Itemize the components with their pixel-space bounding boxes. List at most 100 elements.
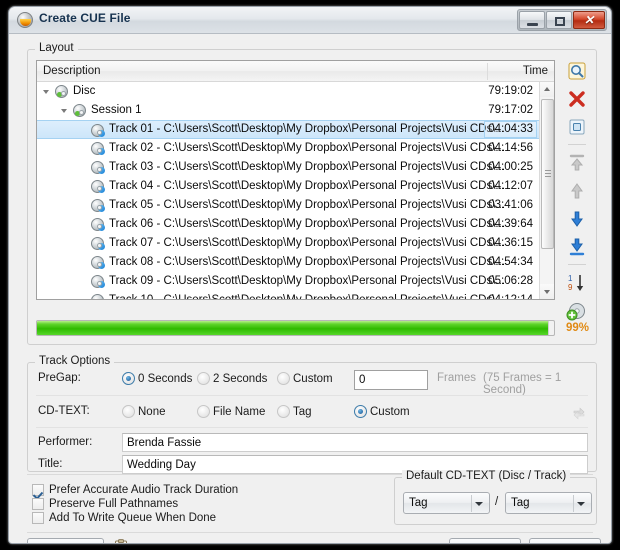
row-time: 79:17:02 bbox=[488, 104, 533, 116]
cdtext-label: CD-TEXT: bbox=[38, 405, 90, 417]
checkbox-add-to-write-queue-when-done[interactable]: Add To Write Queue When Done bbox=[32, 512, 216, 525]
cdtext-option-custom[interactable]: Custom bbox=[354, 405, 410, 419]
scroll-down-arrow[interactable] bbox=[540, 284, 554, 299]
audio-track-icon bbox=[91, 294, 104, 299]
table-row[interactable]: Track 10 - C:\Users\Scott\Desktop\My Dro… bbox=[37, 291, 539, 299]
chevron-down-icon bbox=[577, 502, 585, 506]
table-row[interactable]: Track 03 - C:\Users\Scott\Desktop\My Dro… bbox=[37, 158, 539, 177]
table-row[interactable]: Track 07 - C:\Users\Scott\Desktop\My Dro… bbox=[37, 234, 539, 253]
cdtext-option-file-name-label: File Name bbox=[213, 406, 266, 418]
row-description: Disc bbox=[73, 85, 96, 97]
svg-text:1: 1 bbox=[568, 274, 573, 283]
pregap-option-2-seconds[interactable]: 2 Seconds bbox=[197, 372, 267, 386]
radio-dot bbox=[277, 405, 290, 418]
default-cdtext-group: Default CD-TEXT (Disc / Track) Tag / Tag bbox=[394, 470, 597, 525]
column-header-description[interactable]: Description bbox=[43, 61, 101, 81]
row-time: 04:12:14 bbox=[488, 291, 533, 299]
tree-expander-icon[interactable] bbox=[43, 90, 49, 94]
scroll-up-arrow[interactable] bbox=[540, 82, 554, 97]
row-time: 79:19:02 bbox=[488, 85, 533, 97]
audio-track-icon bbox=[91, 275, 105, 288]
row-time: 04:12:07 bbox=[488, 180, 533, 192]
performer-input[interactable]: Brenda Fassie bbox=[122, 433, 588, 452]
scrollbar-thumb[interactable] bbox=[541, 99, 554, 249]
radio-dot bbox=[122, 372, 135, 385]
table-row[interactable]: Track 02 - C:\Users\Scott\Desktop\My Dro… bbox=[37, 139, 539, 158]
pregap-frames-input[interactable]: 0 bbox=[354, 370, 428, 390]
close-button[interactable]: ✕ bbox=[573, 11, 605, 29]
tree-rows[interactable]: Disc 79:19:02 Session 1 79:17:02 Track 01 - … bbox=[37, 82, 539, 299]
maximize-button[interactable] bbox=[546, 11, 572, 29]
cdtext-option-file-name[interactable]: File Name bbox=[197, 405, 265, 419]
properties-icon[interactable] bbox=[566, 116, 588, 138]
dialog-body: Layout Description Time Disc 79:19:02 Sess… bbox=[9, 34, 611, 543]
frames-label: Frames bbox=[437, 372, 476, 384]
row-description: Track 02 - C:\Users\Scott\Desktop\My Dro… bbox=[109, 142, 506, 154]
clipboard-icon[interactable] bbox=[114, 539, 128, 543]
add-disc-icon[interactable] bbox=[566, 300, 588, 322]
row-description: Session 1 bbox=[91, 104, 142, 116]
move-to-bottom-icon[interactable] bbox=[566, 236, 588, 258]
column-header-time[interactable]: Time bbox=[523, 61, 548, 81]
row-description: Track 07 - C:\Users\Scott\Desktop\My Dro… bbox=[109, 237, 506, 249]
checkbox-prefer-accurate-audio-track-duration[interactable]: Prefer Accurate Audio Track Duration bbox=[32, 484, 238, 497]
minimize-button[interactable] bbox=[519, 11, 545, 29]
checkbox-box bbox=[32, 484, 44, 496]
divider bbox=[36, 395, 588, 396]
move-up-icon[interactable] bbox=[566, 180, 588, 202]
pregap-label: PreGap: bbox=[38, 372, 81, 384]
track-options-legend: Track Options bbox=[35, 355, 115, 367]
move-down-icon[interactable] bbox=[566, 208, 588, 230]
default-cdtext-track-select[interactable]: Tag bbox=[505, 492, 592, 514]
table-row[interactable]: Track 05 - C:\Users\Scott\Desktop\My Dro… bbox=[37, 196, 539, 215]
scrollbar-grip bbox=[545, 170, 551, 178]
find-icon[interactable] bbox=[566, 60, 588, 82]
tree-scrollbar[interactable] bbox=[539, 82, 554, 299]
pregap-option-custom[interactable]: Custom bbox=[277, 372, 333, 386]
checkbox-box bbox=[32, 498, 44, 510]
layout-group-legend: Layout bbox=[35, 42, 78, 54]
row-description: Track 09 - C:\Users\Scott\Desktop\My Dro… bbox=[109, 275, 506, 287]
tree-expander-icon[interactable] bbox=[61, 109, 67, 113]
row-time: 03:41:06 bbox=[488, 199, 533, 211]
progress-bar-fill bbox=[37, 321, 549, 335]
checkbox-box bbox=[32, 512, 44, 524]
audio-track-icon bbox=[91, 256, 105, 269]
row-description: Track 04 - C:\Users\Scott\Desktop\My Dro… bbox=[109, 180, 506, 192]
cdtext-option-tag[interactable]: Tag bbox=[277, 405, 312, 419]
layout-group: Layout Description Time Disc 79:19:02 Sess… bbox=[27, 42, 597, 345]
ok-button[interactable]: OK bbox=[449, 538, 521, 543]
row-description: Track 03 - C:\Users\Scott\Desktop\My Dro… bbox=[109, 161, 506, 173]
table-row[interactable]: Track 01 - C:\Users\Scott\Desktop\My Dro… bbox=[37, 120, 539, 139]
default-cdtext-track-value: Tag bbox=[511, 497, 530, 509]
table-row[interactable]: Track 09 - C:\Users\Scott\Desktop\My Dro… bbox=[37, 272, 539, 291]
row-description: Track 05 - C:\Users\Scott\Desktop\My Dro… bbox=[109, 199, 506, 211]
table-row[interactable]: Track 08 - C:\Users\Scott\Desktop\My Dro… bbox=[37, 253, 539, 272]
pregap-option-0-seconds[interactable]: 0 Seconds bbox=[122, 372, 192, 386]
swap-arrows-icon[interactable] bbox=[568, 402, 590, 424]
disc-icon bbox=[73, 104, 86, 117]
delete-icon[interactable] bbox=[566, 88, 588, 110]
progress-bar bbox=[36, 320, 555, 336]
quick-ok-button[interactable]: Quick OK bbox=[27, 538, 104, 543]
cdtext-option-none[interactable]: None bbox=[122, 405, 166, 419]
table-row[interactable]: Disc 79:19:02 bbox=[37, 82, 539, 101]
table-row[interactable]: Track 04 - C:\Users\Scott\Desktop\My Dro… bbox=[37, 177, 539, 196]
table-row[interactable]: Track 06 - C:\Users\Scott\Desktop\My Dro… bbox=[37, 215, 539, 234]
checkbox-label: Preserve Full Pathnames bbox=[49, 498, 179, 510]
radio-dot bbox=[277, 372, 290, 385]
checkbox-preserve-full-pathnames[interactable]: Preserve Full Pathnames bbox=[32, 498, 178, 511]
default-cdtext-disc-select[interactable]: Tag bbox=[403, 492, 490, 514]
move-to-top-icon[interactable] bbox=[566, 152, 588, 174]
svg-text:9: 9 bbox=[568, 283, 573, 292]
column-divider bbox=[487, 63, 488, 80]
title-bar[interactable]: Create CUE File ✕ bbox=[9, 7, 611, 34]
table-row[interactable]: Session 1 79:17:02 bbox=[37, 101, 539, 120]
tree-toolbar: 1 9 bbox=[564, 60, 590, 328]
row-time: 04:36:15 bbox=[488, 237, 533, 249]
disc-icon bbox=[17, 12, 33, 28]
sort-icon[interactable]: 1 9 bbox=[566, 272, 588, 294]
track-tree[interactable]: Description Time Disc 79:19:02 Session 1 79… bbox=[36, 60, 555, 300]
cancel-button[interactable]: Cancel bbox=[529, 538, 601, 543]
cdtext-option-custom-label: Custom bbox=[370, 406, 410, 418]
